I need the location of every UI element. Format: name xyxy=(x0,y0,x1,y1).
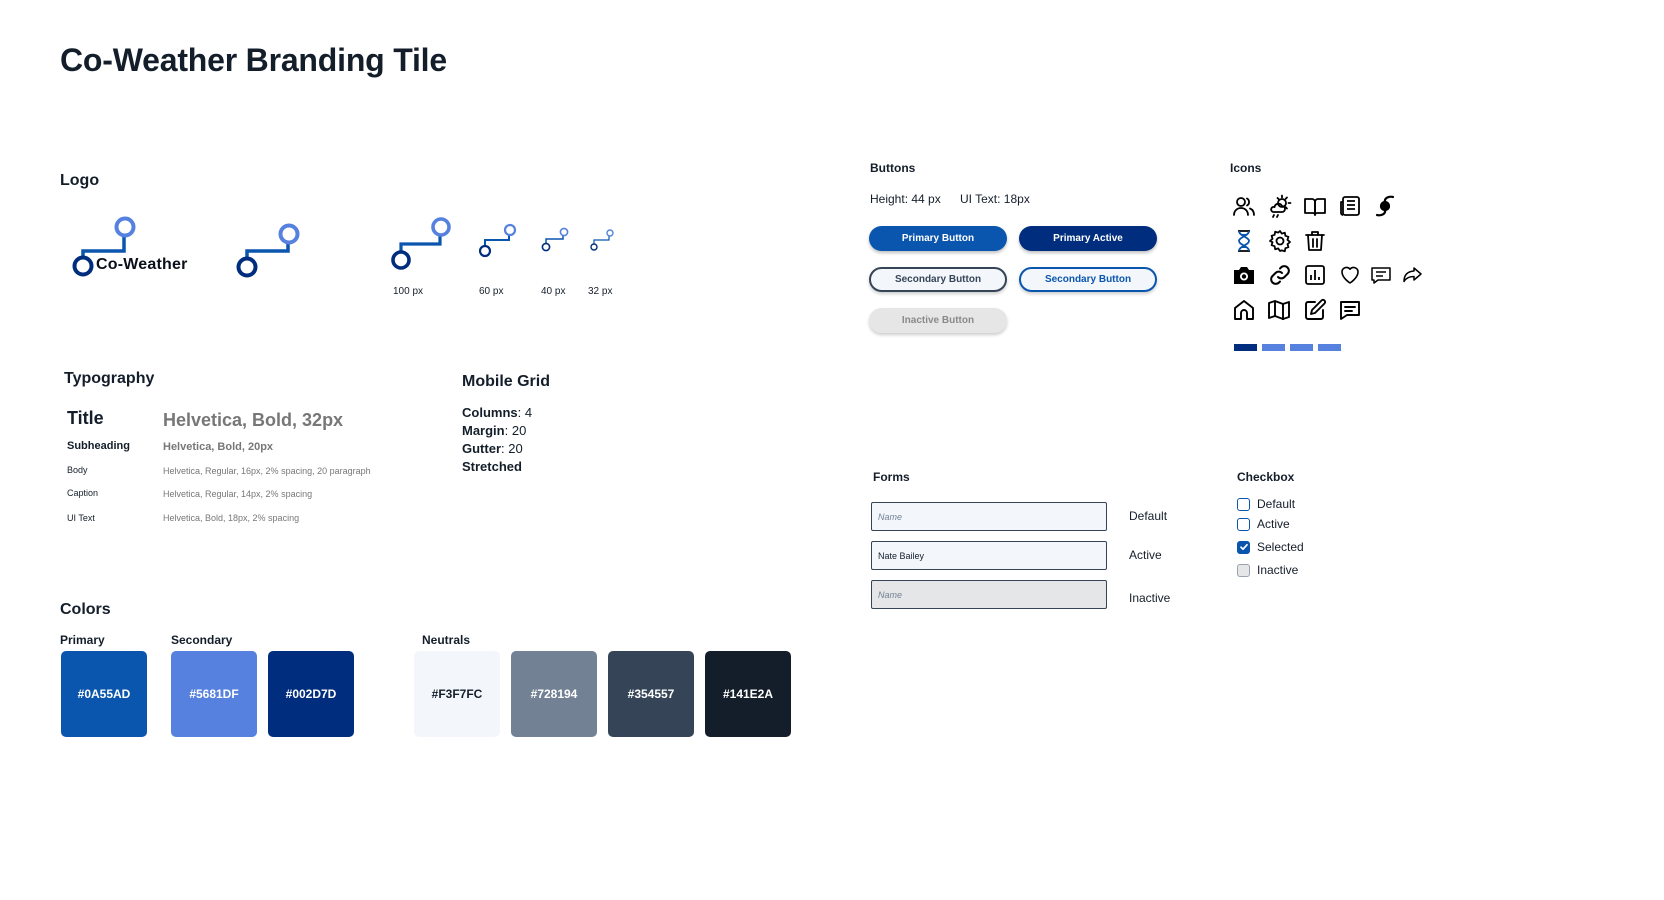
primary-active-button[interactable]: Primary Active xyxy=(1019,226,1157,251)
trash-icon xyxy=(1302,228,1328,254)
type-spec-body: Helvetica, Regular, 16px, 2% spacing, 20… xyxy=(163,466,371,476)
button-height-spec: Height: 44 px xyxy=(870,192,941,206)
icon-color-bar xyxy=(1234,344,1257,351)
form-state-default: Default xyxy=(1129,509,1168,523)
type-sample-caption: Caption xyxy=(67,488,99,498)
checkbox-active-row[interactable]: Active xyxy=(1237,517,1290,531)
colors-heading: Colors xyxy=(60,601,111,618)
checkbox-label: Inactive xyxy=(1257,563,1299,577)
icon-color-bar xyxy=(1318,344,1341,351)
icon-color-bar xyxy=(1290,344,1313,351)
buttons-heading: Buttons xyxy=(870,161,916,175)
link-icon xyxy=(1267,262,1293,288)
button-ui-text-spec: UI Text: 18px xyxy=(960,192,1030,206)
type-sample-subheading: Subheading xyxy=(67,440,130,452)
color-swatch-neutral: #F3F7FC xyxy=(414,651,500,737)
color-swatch-secondary: #002D7D xyxy=(268,651,354,737)
forms-heading: Forms xyxy=(873,470,910,484)
typography-heading: Typography xyxy=(64,370,155,387)
logo-mark-icon xyxy=(236,223,300,278)
logo-full: Co-Weather xyxy=(70,216,220,280)
logo-size-label: 40 px xyxy=(541,286,566,297)
primary-label: Primary xyxy=(60,633,105,647)
heart-icon xyxy=(1337,262,1363,288)
checkbox-inactive xyxy=(1237,563,1250,577)
logo-heading: Logo xyxy=(60,172,100,189)
map-icon xyxy=(1266,297,1292,323)
checkbox-default[interactable] xyxy=(1237,497,1250,511)
logo-size-label: 60 px xyxy=(479,286,504,297)
icons-heading: Icons xyxy=(1230,161,1262,175)
checkbox-active[interactable] xyxy=(1237,517,1250,531)
type-spec-subheading: Helvetica, Bold, 20px xyxy=(163,441,274,453)
mobile-grid-heading: Mobile Grid xyxy=(462,373,550,390)
check-icon xyxy=(1239,543,1248,551)
logo-mark-icon xyxy=(391,217,451,270)
grid-gutter: Gutter: 20 xyxy=(462,441,523,456)
hurricane-icon xyxy=(1372,193,1398,219)
color-swatch-secondary: #5681DF xyxy=(171,651,257,737)
grid-margin: Margin: 20 xyxy=(462,423,527,438)
grid-columns: Columns: 4 xyxy=(462,405,533,420)
checkbox-label: Selected xyxy=(1257,540,1304,554)
color-swatch-primary: #0A55AD xyxy=(61,651,147,737)
type-spec-ui-text: Helvetica, Bold, 18px, 2% spacing xyxy=(163,513,300,523)
logo-mark xyxy=(234,220,304,295)
checkbox-selected[interactable] xyxy=(1237,540,1250,554)
logo-mark-icon xyxy=(590,229,614,251)
logo-mark-icon xyxy=(541,227,569,252)
checkbox-label: Default xyxy=(1257,497,1296,511)
logo-wordmark: Co-Weather xyxy=(96,256,188,273)
logo-100px xyxy=(388,216,458,285)
grid-stretched: Stretched xyxy=(462,459,522,474)
neutrals-label: Neutrals xyxy=(422,633,471,647)
type-sample-title: Title xyxy=(67,408,104,428)
logo-60px xyxy=(476,222,520,267)
checkbox-default-row[interactable]: Default xyxy=(1237,497,1295,511)
logo-size-label: 32 px xyxy=(588,286,613,297)
edit-icon xyxy=(1302,297,1328,323)
inactive-button: Inactive Button xyxy=(869,308,1007,333)
name-input-default[interactable]: Name xyxy=(871,502,1107,531)
checkbox-heading: Checkbox xyxy=(1237,470,1295,484)
checkbox-inactive-row: Inactive xyxy=(1237,563,1298,577)
type-sample-body: Body xyxy=(67,465,88,475)
camera-icon xyxy=(1231,262,1257,288)
name-input-active[interactable]: Nate Bailey xyxy=(871,541,1107,570)
checkbox-selected-row[interactable]: Selected xyxy=(1237,540,1304,554)
weather-icon xyxy=(1267,193,1293,219)
logo-mark-icon xyxy=(478,223,517,258)
logo-32px xyxy=(589,228,617,259)
color-swatch-neutral: #141E2A xyxy=(705,651,791,737)
settings-icon xyxy=(1267,228,1293,254)
logo-size-label: 100 px xyxy=(393,286,424,297)
name-input-inactive: Name xyxy=(871,580,1107,609)
color-swatch-neutral: #354557 xyxy=(608,651,694,737)
secondary-label: Secondary xyxy=(171,633,233,647)
share-icon xyxy=(1399,262,1425,288)
type-spec-caption: Helvetica, Regular, 14px, 2% spacing xyxy=(163,489,313,499)
secondary-active-button[interactable]: Secondary Button xyxy=(1019,267,1157,292)
news-icon xyxy=(1337,193,1363,219)
color-swatch-neutral: #728194 xyxy=(511,651,597,737)
secondary-button[interactable]: Secondary Button xyxy=(869,267,1007,292)
home-icon xyxy=(1231,297,1257,323)
chart-icon xyxy=(1302,262,1328,288)
form-state-active: Active xyxy=(1129,548,1162,562)
users-icon xyxy=(1231,193,1257,219)
logo-40px xyxy=(540,226,572,261)
checkbox-label: Active xyxy=(1257,517,1290,531)
book-icon xyxy=(1302,193,1328,219)
comment-icon xyxy=(1368,262,1394,288)
hourglass-icon xyxy=(1231,228,1257,254)
form-state-inactive: Inactive xyxy=(1129,591,1171,605)
message-icon xyxy=(1337,297,1363,323)
type-spec-title: Helvetica, Bold, 32px xyxy=(163,410,344,430)
icon-color-bar xyxy=(1262,344,1285,351)
page-title: Co-Weather Branding Tile xyxy=(60,42,447,78)
type-sample-ui-text: UI Text xyxy=(67,513,95,523)
primary-button[interactable]: Primary Button xyxy=(869,226,1007,251)
